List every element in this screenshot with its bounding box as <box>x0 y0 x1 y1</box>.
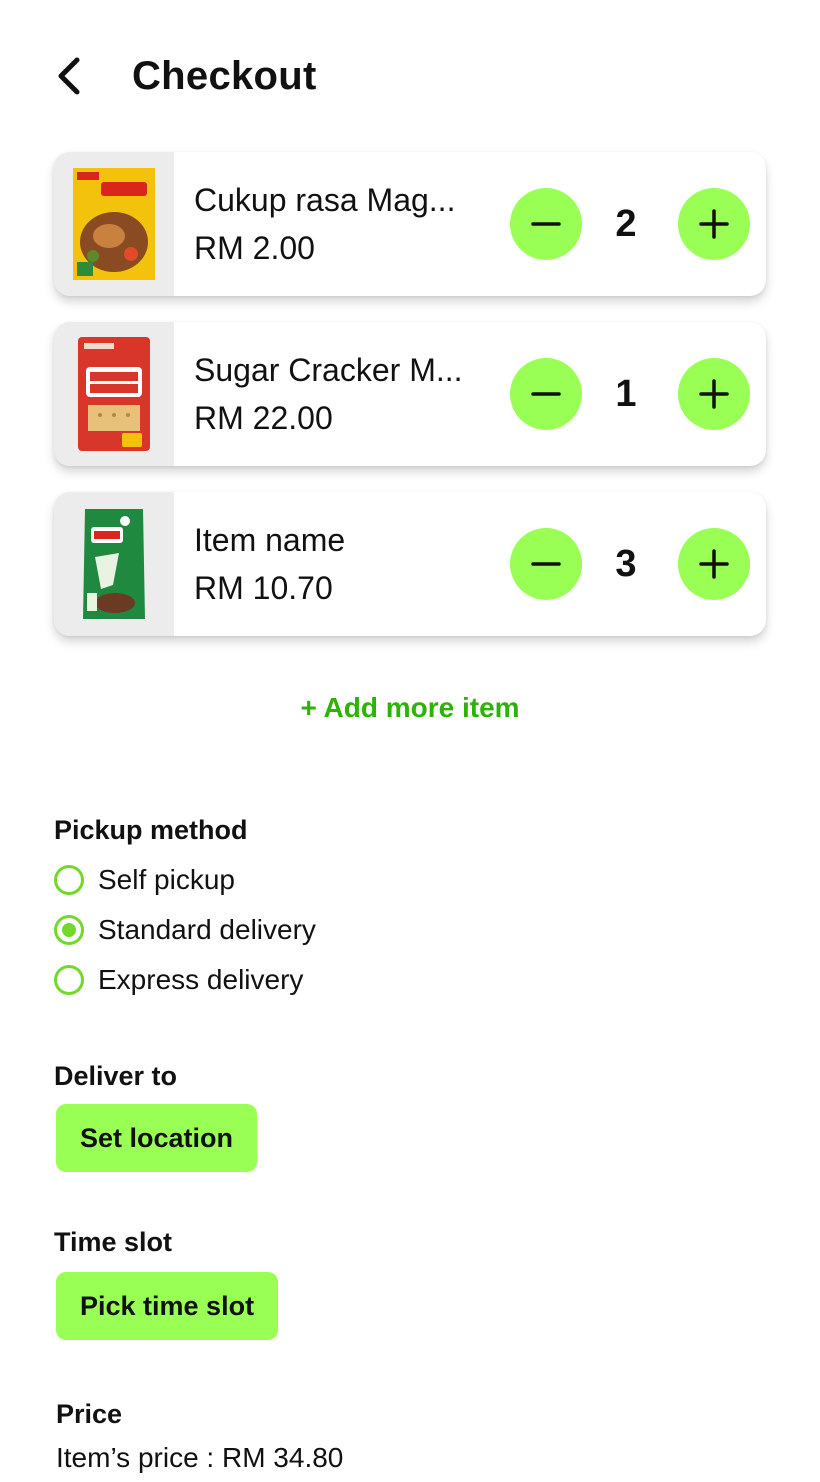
radio-selected-dot <box>62 923 76 937</box>
items-price-text: Item’s price : RM 34.80 <box>56 1442 344 1473</box>
minus-icon <box>531 562 561 566</box>
chevron-left-icon <box>58 57 80 95</box>
radio-button[interactable] <box>54 965 84 995</box>
item-name: Sugar Cracker M... <box>194 352 463 388</box>
pick-time-slot-button[interactable]: Pick time slot <box>56 1272 279 1340</box>
increase-quantity-button[interactable] <box>678 358 750 430</box>
plus-icon <box>699 549 729 579</box>
minus-icon <box>531 222 561 226</box>
product-thumbnail <box>54 322 174 466</box>
seasoning-pack-icon <box>73 168 155 280</box>
radio-label: Express delivery <box>98 964 304 995</box>
product-thumbnail <box>54 492 174 636</box>
decrease-quantity-button[interactable] <box>510 528 582 600</box>
page-title: Checkout <box>132 54 317 98</box>
quantity-value: 3 <box>615 543 637 585</box>
milo-pack-icon <box>83 509 145 619</box>
decrease-quantity-button[interactable] <box>510 188 582 260</box>
item-name: Item name <box>194 522 346 558</box>
radio-label: Standard delivery <box>98 914 316 945</box>
item-price: RM 10.70 <box>194 570 333 606</box>
cracker-pack-icon <box>78 337 150 451</box>
product-thumbnail <box>54 152 174 296</box>
item-price: RM 2.00 <box>194 230 315 266</box>
pickup-option-standard-delivery[interactable]: Standard delivery <box>54 912 316 948</box>
quantity-value: 1 <box>615 373 637 415</box>
radio-label: Self pickup <box>98 864 235 895</box>
decrease-quantity-button[interactable] <box>510 358 582 430</box>
pickup-method-label: Pickup method <box>54 815 248 845</box>
cart-item: Cukup rasa Mag... RM 2.00 2 <box>54 152 766 296</box>
cart-item: Sugar Cracker M... RM 22.00 1 <box>54 322 766 466</box>
plus-icon <box>699 209 729 239</box>
checkout-page: Checkout Cukup rasa Mag... RM 2.00 2 Sug… <box>0 0 820 1482</box>
quantity-value: 2 <box>615 203 637 245</box>
back-button[interactable] <box>44 52 92 100</box>
set-location-button[interactable]: Set location <box>56 1104 258 1172</box>
increase-quantity-button[interactable] <box>678 528 750 600</box>
price-label: Price <box>56 1399 123 1429</box>
time-slot-label: Time slot <box>54 1227 173 1257</box>
cart-item: Item name RM 10.70 3 <box>54 492 766 636</box>
add-more-item-link[interactable]: + Add more item <box>0 688 820 728</box>
pickup-option-self-pickup[interactable]: Self pickup <box>54 862 235 898</box>
item-name: Cukup rasa Mag... <box>194 182 456 218</box>
radio-button[interactable] <box>54 915 84 945</box>
deliver-to-label: Deliver to <box>54 1061 178 1091</box>
plus-icon <box>699 379 729 409</box>
pickup-option-express-delivery[interactable]: Express delivery <box>54 962 303 998</box>
radio-button[interactable] <box>54 865 84 895</box>
increase-quantity-button[interactable] <box>678 188 750 260</box>
item-price: RM 22.00 <box>194 400 333 436</box>
minus-icon <box>531 392 561 396</box>
